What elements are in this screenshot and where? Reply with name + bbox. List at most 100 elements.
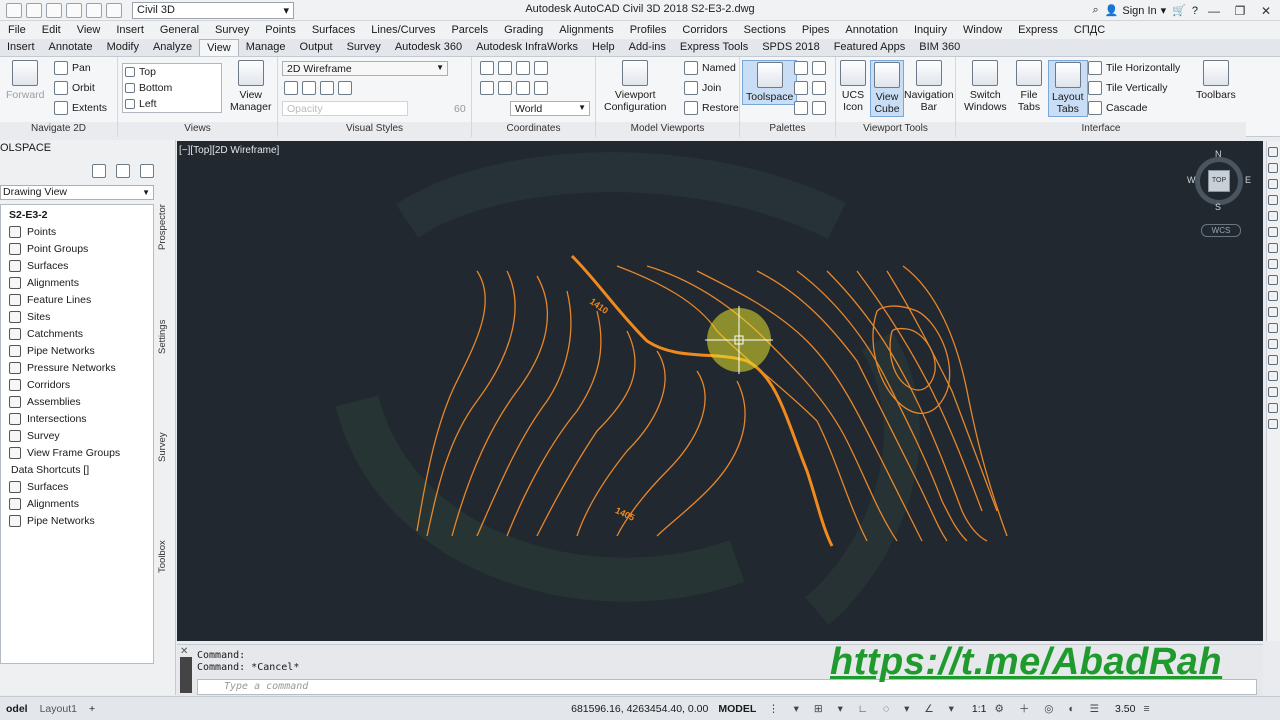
tool-icon[interactable]: [1268, 243, 1278, 253]
menu-item-parcels[interactable]: Parcels: [443, 24, 496, 36]
menu-item-general[interactable]: General: [152, 24, 207, 36]
ucs-3point-icon[interactable]: [480, 81, 494, 95]
model-space-toggle[interactable]: MODEL: [718, 703, 756, 715]
menu-item-express[interactable]: Express: [1010, 24, 1066, 36]
tab-settings[interactable]: Settings: [157, 292, 175, 382]
tab-survey[interactable]: Survey: [340, 39, 388, 56]
redo-icon[interactable]: [106, 2, 122, 18]
customize-icon[interactable]: ≡: [1143, 703, 1149, 715]
annotation-scale[interactable]: 1:1: [972, 703, 987, 715]
tab-model[interactable]: odel: [0, 702, 34, 716]
menu-item-file[interactable]: File: [0, 24, 34, 36]
drawing-viewport[interactable]: [−][Top][2D Wireframe] 1410 1405 TOP N S…: [177, 141, 1263, 641]
tab-survey[interactable]: Survey: [157, 402, 175, 492]
menu-item-inquiry[interactable]: Inquiry: [906, 24, 955, 36]
menu-item-survey[interactable]: Survey: [207, 24, 257, 36]
material-icon[interactable]: [320, 81, 334, 95]
workspace-select[interactable]: Civil 3D ▾: [132, 1, 294, 19]
tab-featured-apps[interactable]: Featured Apps: [827, 39, 913, 56]
menu-item-insert[interactable]: Insert: [108, 24, 152, 36]
close-button[interactable]: ✕: [1256, 3, 1276, 18]
tab-prospector[interactable]: Prospector: [157, 182, 175, 272]
cart-icon[interactable]: 🛒: [1172, 4, 1186, 17]
layout-tabs-button[interactable]: Layout Tabs: [1048, 60, 1088, 117]
lights-icon[interactable]: [338, 81, 352, 95]
join-button[interactable]: Join: [684, 81, 721, 95]
tool-icon[interactable]: [1268, 291, 1278, 301]
ucs-y-icon[interactable]: [534, 61, 548, 75]
tool-icon[interactable]: [1268, 259, 1278, 269]
tree-item-intersections[interactable]: Intersections: [9, 411, 87, 427]
menu-item-lines-curves[interactable]: Lines/Curves: [363, 24, 443, 36]
tab-output[interactable]: Output: [293, 39, 340, 56]
tree-item-assemblies[interactable]: Assemblies: [9, 394, 81, 410]
tree-item-catchments[interactable]: Catchments: [9, 326, 83, 342]
compass-west[interactable]: W: [1187, 175, 1196, 185]
tool-icon[interactable]: [1268, 227, 1278, 237]
toolspace-view-select[interactable]: Drawing View ▼: [0, 185, 154, 200]
viewcube-top-face[interactable]: TOP: [1208, 170, 1230, 192]
tile-vertically-button[interactable]: Tile Vertically: [1088, 81, 1167, 95]
tool-icon[interactable]: [1268, 195, 1278, 205]
shaded-icon[interactable]: [302, 81, 316, 95]
tree-item-pipe-networks[interactable]: Pipe Networks: [9, 343, 95, 359]
undo-icon[interactable]: [86, 2, 102, 18]
help-icon[interactable]: ?: [1192, 5, 1198, 17]
tab-annotate[interactable]: Annotate: [42, 39, 100, 56]
menu-item-points[interactable]: Points: [257, 24, 304, 36]
pan-button[interactable]: Pan: [54, 61, 91, 75]
menu-item-profiles[interactable]: Profiles: [622, 24, 675, 36]
views-list[interactable]: Top Bottom Left: [122, 63, 222, 113]
tab-toolbox[interactable]: Toolbox: [157, 512, 175, 602]
switch-windows-button[interactable]: Switch Windows: [964, 60, 1007, 113]
tab-layout1[interactable]: Layout1: [34, 702, 83, 716]
orbit-button[interactable]: Orbit: [54, 81, 95, 95]
tree-item-alignments[interactable]: Alignments: [9, 275, 79, 291]
file-tabs-button[interactable]: File Tabs: [1016, 60, 1042, 113]
menu-item-edit[interactable]: Edit: [34, 24, 69, 36]
tree-root[interactable]: S2-E3-2: [9, 207, 48, 223]
tab-express-tools[interactable]: Express Tools: [673, 39, 755, 56]
open-icon[interactable]: [26, 2, 42, 18]
ucs-x-icon[interactable]: [516, 61, 530, 75]
tab-bim-360[interactable]: BIM 360: [912, 39, 967, 56]
design-center-icon[interactable]: [794, 81, 808, 95]
extents-button[interactable]: Extents: [54, 101, 107, 115]
toolspace-settings-icon[interactable]: [92, 164, 106, 178]
tree-item-view-frame-groups[interactable]: View Frame Groups: [9, 445, 120, 461]
compass-east[interactable]: E: [1245, 175, 1251, 185]
search-icon[interactable]: ⌕: [1093, 4, 1099, 17]
ucs-icon[interactable]: [480, 61, 494, 75]
tool-icon[interactable]: [1268, 163, 1278, 173]
menu-item-grading[interactable]: Grading: [496, 24, 551, 36]
tree-item-feature-lines[interactable]: Feature Lines: [9, 292, 91, 308]
visual-style-select[interactable]: 2D Wireframe ▼: [282, 61, 448, 76]
minimize-button[interactable]: —: [1204, 3, 1224, 18]
sign-in-button[interactable]: 👤 Sign In ▾: [1105, 4, 1166, 18]
tool-icon[interactable]: [1268, 371, 1278, 381]
menu-item-pipes[interactable]: Pipes: [794, 24, 838, 36]
view-bottom[interactable]: Bottom: [125, 82, 172, 94]
markup-icon[interactable]: [794, 101, 808, 115]
tree-item-shortcut-alignments[interactable]: Alignments: [9, 496, 79, 512]
viewcube-button[interactable]: View Cube: [870, 60, 904, 117]
calc-icon[interactable]: [812, 101, 826, 115]
tree-item-data-shortcuts[interactable]: Data Shortcuts []: [11, 462, 89, 478]
tab-autodesk-360[interactable]: Autodesk 360: [388, 39, 469, 56]
named-button[interactable]: Named: [684, 61, 736, 75]
new-icon[interactable]: [6, 2, 22, 18]
opacity-slider[interactable]: Opacity: [282, 101, 408, 116]
tool-icon[interactable]: [1268, 403, 1278, 413]
tree-item-shortcut-pipe-networks[interactable]: Pipe Networks: [9, 513, 95, 529]
cascade-button[interactable]: Cascade: [1088, 101, 1147, 115]
menu-item-surfaces[interactable]: Surfaces: [304, 24, 363, 36]
tab-analyze[interactable]: Analyze: [146, 39, 199, 56]
tool-palettes-icon[interactable]: [812, 61, 826, 75]
navigation-bar-button[interactable]: Navigation Bar: [904, 60, 954, 113]
add-layout-icon[interactable]: +: [83, 702, 101, 716]
view-manager-button[interactable]: View Manager: [230, 60, 271, 113]
view-top[interactable]: Top: [125, 66, 156, 78]
tree-item-pressure-networks[interactable]: Pressure Networks: [9, 360, 116, 376]
status-icons[interactable]: ⚙ ＋ ◎ ◐ ☰: [995, 701, 1106, 716]
tool-icon[interactable]: [1268, 275, 1278, 285]
